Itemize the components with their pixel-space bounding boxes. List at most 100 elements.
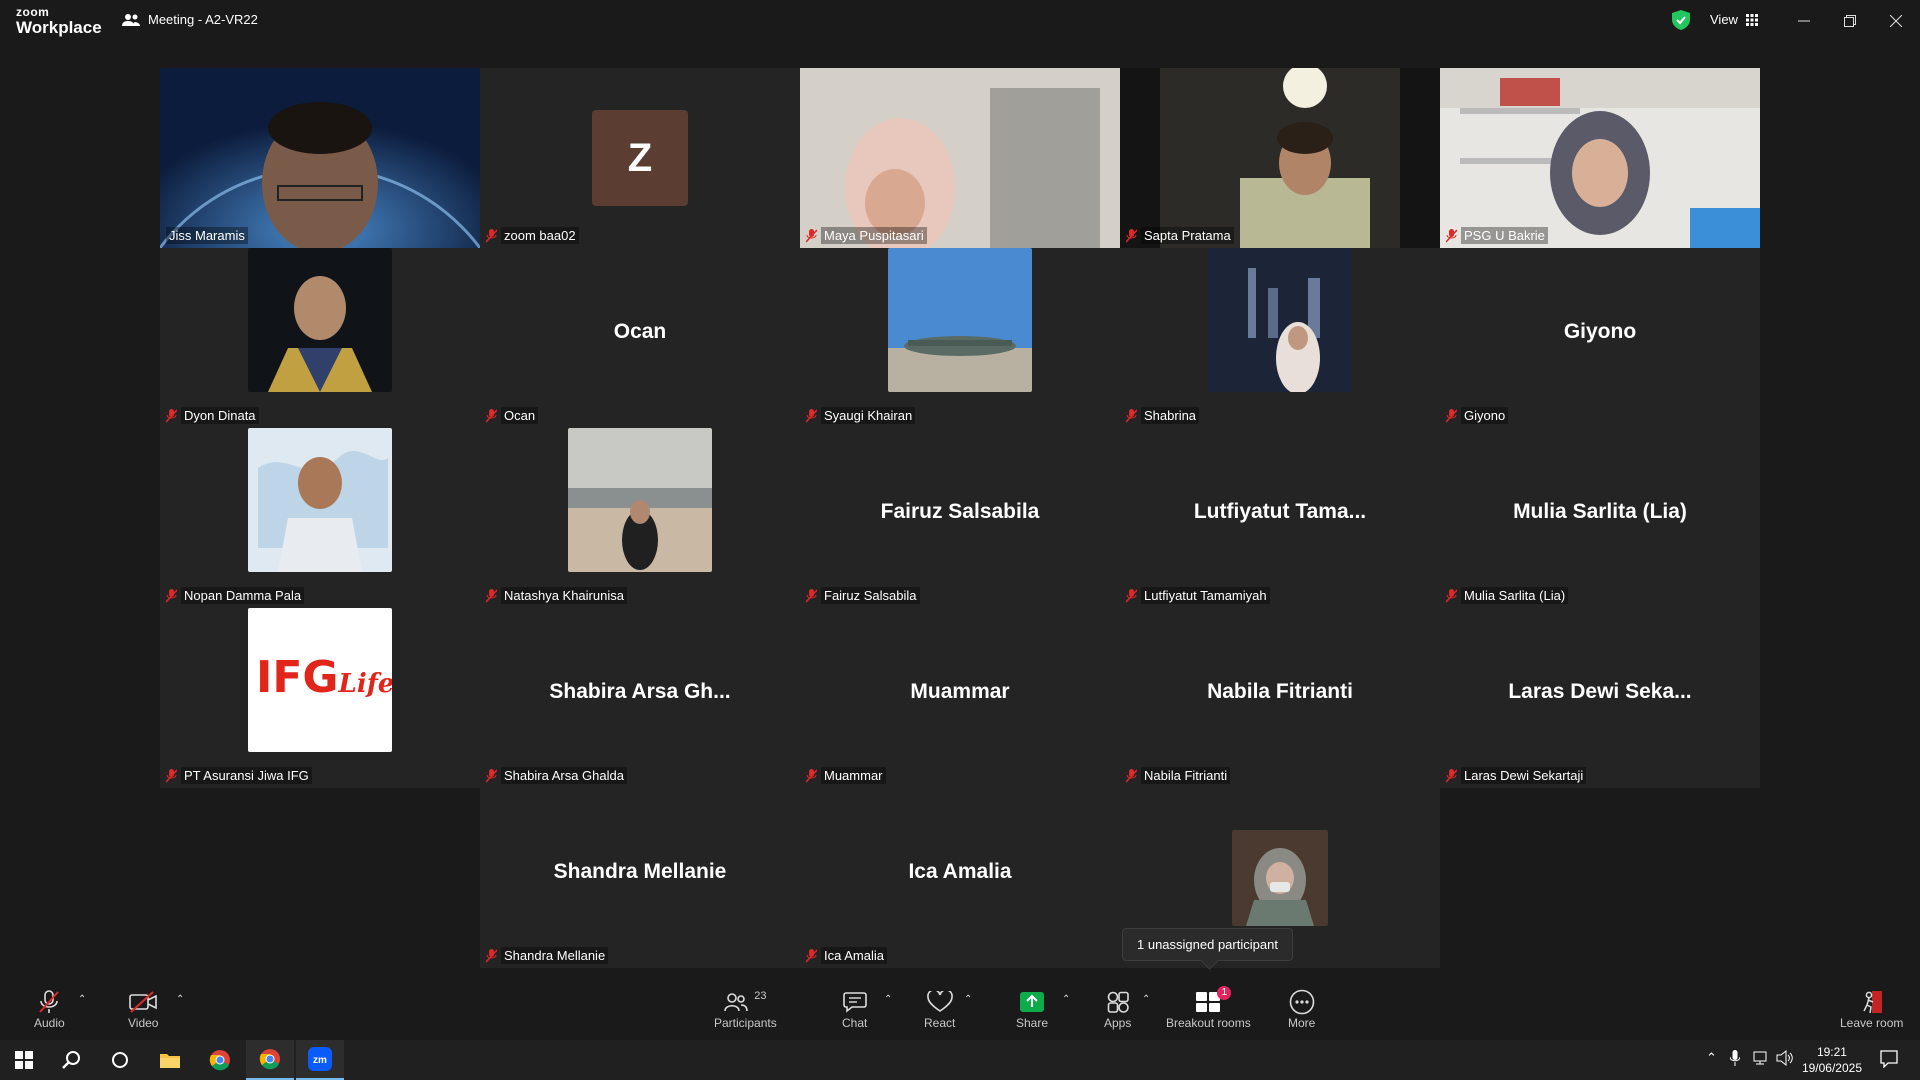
chat-options-chevron-icon[interactable]: ⌃: [884, 994, 892, 1005]
mic-muted-icon: [1446, 588, 1457, 603]
audio-button[interactable]: Audio: [34, 988, 65, 1030]
chrome-icon[interactable]: [196, 1040, 244, 1080]
mic-muted-icon: [1446, 408, 1457, 423]
participant-name: Jiss Maramis: [166, 227, 248, 244]
participant-tile[interactable]: Jiss Maramis: [160, 68, 480, 248]
zoom-app-icon[interactable]: zm: [296, 1040, 344, 1080]
mic-muted-icon: [1126, 588, 1137, 603]
participant-tile[interactable]: Sapta Pratama: [1120, 68, 1440, 248]
participant-tile[interactable]: Nopan Damma Pala: [160, 428, 480, 608]
chat-icon: [842, 992, 867, 1013]
close-icon[interactable]: [1884, 10, 1908, 32]
camera-off-icon: [129, 991, 158, 1013]
chrome-profile-icon[interactable]: [246, 1040, 294, 1080]
participant-tile[interactable]: Shabrina: [1120, 248, 1440, 428]
mic-muted-icon: [486, 768, 497, 783]
security-shield-icon[interactable]: [1672, 10, 1690, 30]
participant-name-label: Laras Dewi Sekartaji: [1446, 767, 1587, 784]
participant-tile[interactable]: Dyon Dinata: [160, 248, 480, 428]
chat-button[interactable]: Chat: [842, 988, 867, 1030]
apps-button[interactable]: Apps: [1104, 988, 1131, 1030]
participant-tile[interactable]: IFGLife PT Asuransi Jiwa IFG: [160, 608, 480, 788]
participants-count: 23: [754, 990, 767, 1002]
task-view-icon[interactable]: [96, 1040, 144, 1080]
react-button[interactable]: React: [924, 988, 955, 1030]
participant-tile[interactable]: PSG U Bakrie: [1440, 68, 1760, 248]
file-explorer-icon[interactable]: [146, 1040, 194, 1080]
more-label: More: [1288, 1016, 1316, 1030]
participant-tile[interactable]: Ica Amalia Ica Amalia: [800, 788, 1120, 968]
participant-display-name: Giyono: [1563, 320, 1637, 343]
unassigned-participant-tooltip: 1 unassigned participant: [1122, 928, 1293, 961]
tray-chevron-up-icon[interactable]: ⌃: [1706, 1050, 1717, 1066]
profile-picture: [248, 428, 392, 572]
network-icon[interactable]: [1752, 1050, 1768, 1066]
system-clock[interactable]: 19:21 19/06/2025: [1802, 1044, 1862, 1076]
breakout-rooms-label: Breakout rooms: [1166, 1016, 1251, 1030]
participant-tile[interactable]: Natashya Khairunisa: [480, 428, 800, 608]
video-button[interactable]: Video: [128, 988, 158, 1030]
participant-name-label: Maya Puspitasari: [806, 227, 927, 244]
meeting-toolbar: Audio ⌃ Video ⌃ 23 Participants Chat ⌃ R…: [0, 984, 1920, 1040]
participant-display-name: Ica Amalia: [908, 860, 1012, 883]
participant-name: Laras Dewi Sekartaji: [1461, 767, 1587, 784]
windows-start-icon[interactable]: [0, 1040, 48, 1080]
share-button[interactable]: Share: [1016, 988, 1048, 1030]
participant-name: Natashya Khairunisa: [501, 587, 627, 604]
participant-name: Ocan: [501, 407, 539, 424]
participant-tile[interactable]: Muammar Muammar: [800, 608, 1120, 788]
participant-tile[interactable]: Fairuz Salsabila Fairuz Salsabila: [800, 428, 1120, 608]
participant-tile[interactable]: Lutfiyatut Tama... Lutfiyatut Tamamiyah: [1120, 428, 1440, 608]
view-button[interactable]: View: [1710, 12, 1758, 27]
mic-muted-icon: [806, 768, 817, 783]
participant-tile[interactable]: Ocan Ocan: [480, 248, 800, 428]
participant-name: Ica Amalia: [821, 947, 887, 964]
mic-muted-icon: [806, 228, 817, 243]
participant-name-label: Mulia Sarlita (Lia): [1446, 587, 1569, 604]
participant-tile[interactable]: Mulia Sarlita (Lia) Mulia Sarlita (Lia): [1440, 428, 1760, 608]
search-icon[interactable]: [48, 1040, 96, 1080]
brand-top: zoom: [16, 5, 50, 19]
audio-options-chevron-icon[interactable]: ⌃: [78, 994, 86, 1005]
participant-name-label: Syaugi Khairan: [806, 407, 916, 424]
mic-muted-icon: [806, 588, 817, 603]
clock-time: 19:21: [1816, 1045, 1847, 1059]
participant-display-name: Shabira Arsa Gh...: [549, 680, 731, 703]
mic-muted-icon: [486, 948, 497, 963]
apps-options-chevron-icon[interactable]: ⌃: [1142, 994, 1150, 1005]
participant-name: Shabrina: [1141, 407, 1200, 424]
heart-icon: [926, 991, 953, 1012]
participant-tile[interactable]: Giyono Giyono: [1440, 248, 1760, 428]
mic-muted-icon: [1446, 228, 1457, 243]
participant-name-label: Shabrina: [1126, 407, 1200, 424]
participant-name-label: PSG U Bakrie: [1446, 227, 1548, 244]
participant-tile[interactable]: Z zoom baa02: [480, 68, 800, 248]
audio-label: Audio: [34, 1016, 65, 1030]
participant-tile[interactable]: Nabila Fitrianti Nabila Fitrianti: [1120, 608, 1440, 788]
meeting-title[interactable]: Meeting - A2-VR22: [122, 12, 258, 27]
leave-room-button[interactable]: Leave room: [1840, 988, 1903, 1030]
participant-tile[interactable]: Shabira Arsa Gh... Shabira Arsa Ghalda: [480, 608, 800, 788]
speaker-icon[interactable]: [1776, 1050, 1794, 1066]
participant-tile[interactable]: Syaugi Khairan: [800, 248, 1120, 428]
minimize-icon[interactable]: [1792, 10, 1816, 32]
restore-icon[interactable]: [1838, 10, 1862, 32]
title-bar: zoom Workplace Meeting - A2-VR22 View: [0, 0, 1920, 44]
participants-button[interactable]: 23 Participants: [714, 988, 777, 1030]
notification-center-icon[interactable]: [1880, 1050, 1898, 1068]
tray-mic-icon[interactable]: [1730, 1050, 1740, 1066]
more-button[interactable]: More: [1288, 988, 1315, 1030]
participant-tile[interactable]: Laras Dewi Seka... Laras Dewi Sekartaji: [1440, 608, 1760, 788]
leave-room-icon: [1863, 991, 1882, 1014]
participant-name: PSG U Bakrie: [1461, 227, 1548, 244]
video-options-chevron-icon[interactable]: ⌃: [176, 994, 184, 1005]
share-options-chevron-icon[interactable]: ⌃: [1062, 994, 1070, 1005]
participant-tile[interactable]: Maya Puspitasari: [800, 68, 1120, 248]
video-gallery: Jiss Maramis Z zoom baa02 Maya Puspitasa…: [0, 44, 1920, 984]
react-options-chevron-icon[interactable]: ⌃: [964, 994, 972, 1005]
breakout-rooms-button[interactable]: 1 Breakout rooms: [1166, 986, 1251, 1030]
participant-tile[interactable]: Shandra Mellanie Shandra Mellanie: [480, 788, 800, 968]
participants-icon: [724, 993, 749, 1012]
participant-name: Dyon Dinata: [181, 407, 259, 424]
mic-muted-icon: [1446, 768, 1457, 783]
